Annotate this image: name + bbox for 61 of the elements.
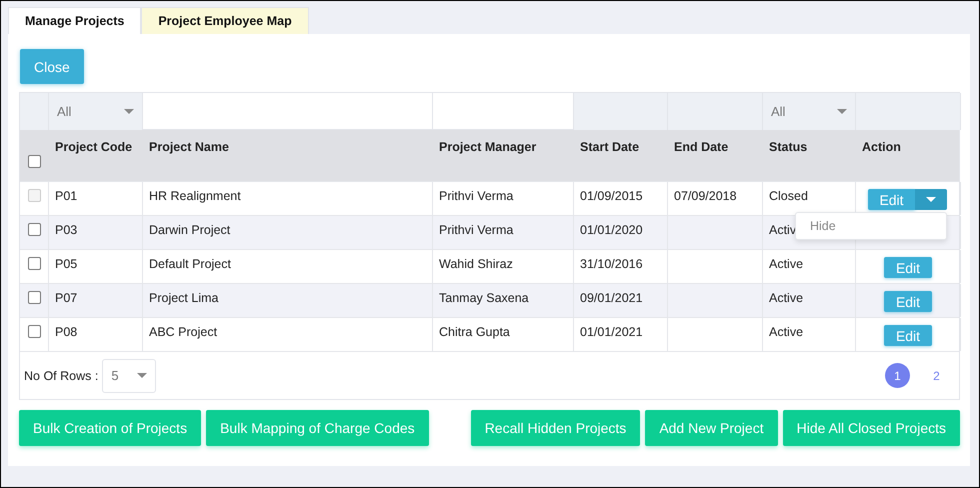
- action-button[interactable]: Hide All Closed Projects: [782, 410, 960, 446]
- rows-label: No Of Rows :: [24, 368, 98, 382]
- action-button[interactable]: Bulk Mapping of Charge Codes: [206, 410, 429, 446]
- page-link[interactable]: 1: [885, 363, 910, 388]
- table-cell: Project Lima: [149, 291, 218, 305]
- table-cell: P03: [55, 223, 78, 237]
- action-button[interactable]: Bulk Creation of Projects: [19, 410, 202, 446]
- column-header: Status: [768, 139, 808, 156]
- page-link[interactable]: 2: [924, 363, 949, 388]
- column-header: Project Code: [54, 139, 134, 156]
- row-checkbox[interactable]: [28, 325, 41, 338]
- table-cell: Activ: [769, 223, 796, 237]
- tab[interactable]: Manage Projects: [8, 7, 142, 34]
- filter-input[interactable]: [143, 93, 433, 130]
- table-cell: Chitra Gupta: [439, 325, 510, 339]
- caret-icon: [926, 197, 936, 202]
- table-cell: P07: [55, 291, 78, 305]
- table-cell: Active: [769, 291, 804, 305]
- column-header: Project Name: [148, 139, 230, 156]
- table-cell: ABC Project: [149, 325, 218, 339]
- edit-button[interactable]: Edit: [884, 325, 932, 346]
- tab[interactable]: Project Employee Map: [141, 7, 309, 34]
- row-checkbox[interactable]: [28, 223, 41, 236]
- table-cell: Darwin Project: [149, 223, 230, 237]
- row-checkbox[interactable]: [28, 257, 41, 270]
- filter-dropdown[interactable]: All: [49, 93, 143, 130]
- rows-per-page-dropdown[interactable]: 5: [102, 358, 156, 392]
- table-cell: Prithvi Verma: [439, 189, 514, 203]
- column-header: End Date: [673, 139, 730, 156]
- caret-icon: [124, 109, 134, 114]
- filter-dropdown[interactable]: All: [763, 93, 856, 130]
- filter-input[interactable]: [433, 93, 574, 130]
- row-checkbox[interactable]: [28, 291, 41, 304]
- table-cell: P08: [55, 325, 78, 339]
- select-all-checkbox[interactable]: [28, 155, 41, 168]
- table-cell: 01/01/2021: [580, 325, 643, 339]
- caret-icon: [837, 109, 847, 114]
- action-button[interactable]: Recall Hidden Projects: [470, 410, 640, 446]
- table-cell: Wahid Shiraz: [439, 257, 513, 271]
- edit-button[interactable]: Edit: [884, 257, 932, 278]
- caret-icon: [137, 373, 148, 378]
- column-header: Action: [861, 139, 902, 156]
- table-cell: 09/01/2021: [580, 291, 643, 305]
- table-cell: 31/10/2016: [580, 257, 643, 271]
- table-cell: Prithvi Verma: [439, 223, 514, 237]
- table-cell: 07/09/2018: [674, 189, 737, 203]
- table-cell: HR Realignment: [149, 189, 241, 203]
- table-cell: 01/09/2015: [580, 189, 643, 203]
- table-cell: P01: [55, 189, 78, 203]
- action-button[interactable]: Add New Project: [645, 410, 778, 446]
- table-cell: Tanmay Saxena: [439, 291, 529, 305]
- table-cell: Default Project: [149, 257, 231, 271]
- table-cell: Closed: [769, 189, 808, 203]
- edit-button[interactable]: Edit: [884, 291, 932, 312]
- close-button[interactable]: Close: [20, 49, 84, 84]
- table-cell: P05: [55, 257, 78, 271]
- table-cell: Active: [769, 325, 804, 339]
- column-header: Project Manager: [438, 139, 538, 156]
- table-cell: 01/01/2020: [580, 223, 643, 237]
- column-header: Start Date: [579, 139, 640, 156]
- table-cell: Active: [769, 257, 804, 271]
